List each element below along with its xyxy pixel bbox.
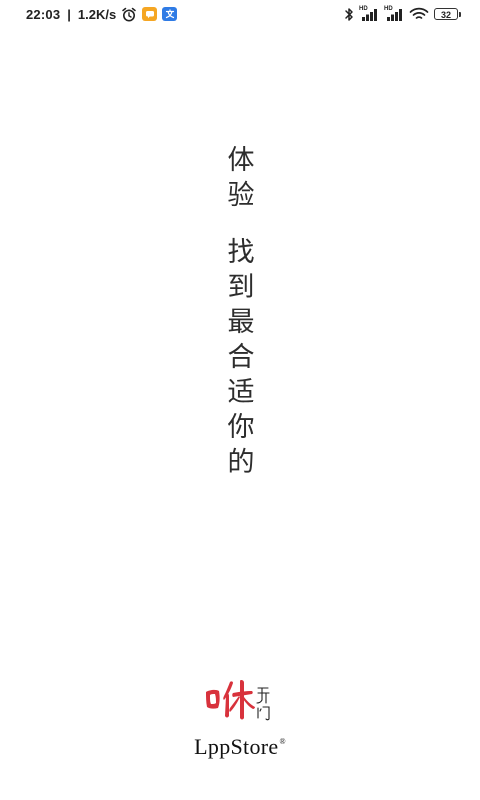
splash-screen: 22:03 | 1.2K/s HD HD 32 体 验 找 到 最 合 适 你 … <box>0 0 480 800</box>
status-time: 22:03 <box>26 6 61 22</box>
brand-logo <box>200 672 280 724</box>
signal-icon: HD <box>384 6 404 21</box>
slogan-char: 你 <box>227 412 255 443</box>
slogan-char: 合 <box>227 342 255 373</box>
slogan-char: 最 <box>227 307 255 338</box>
slogan-char: 验 <box>227 180 255 211</box>
translate-app-icon <box>162 7 178 21</box>
status-separator: | <box>67 6 71 22</box>
network-speed: 1.2K/s <box>77 6 117 22</box>
slogan-char: 的 <box>227 447 255 478</box>
wifi-icon <box>409 7 429 21</box>
status-right: HD HD 32 <box>344 6 461 22</box>
slogan-char: 找 <box>227 237 255 268</box>
brand-name-text: LppStore <box>194 734 279 759</box>
brand-name: LppStore® <box>0 734 480 760</box>
slogan: 体 验 找 到 最 合 适 你 的 <box>222 143 260 480</box>
slogan-line-1: 体 验 <box>222 143 260 213</box>
slogan-char: 到 <box>227 272 255 303</box>
status-left: 22:03 | 1.2K/s <box>26 6 178 22</box>
slogan-line-2: 找 到 最 合 适 你 的 <box>222 235 260 480</box>
slogan-char: 适 <box>227 377 255 408</box>
registered-mark: ® <box>279 737 286 746</box>
slogan-char: 体 <box>227 145 255 176</box>
hd-label: HD <box>359 6 368 12</box>
signal-icon: HD <box>359 6 379 21</box>
alarm-icon <box>121 7 137 22</box>
hd-label: HD <box>384 6 393 12</box>
battery-icon: 32 <box>434 8 461 20</box>
bluetooth-icon <box>344 7 354 22</box>
chat-app-icon <box>142 7 158 21</box>
status-bar: 22:03 | 1.2K/s HD HD 32 <box>0 0 480 28</box>
